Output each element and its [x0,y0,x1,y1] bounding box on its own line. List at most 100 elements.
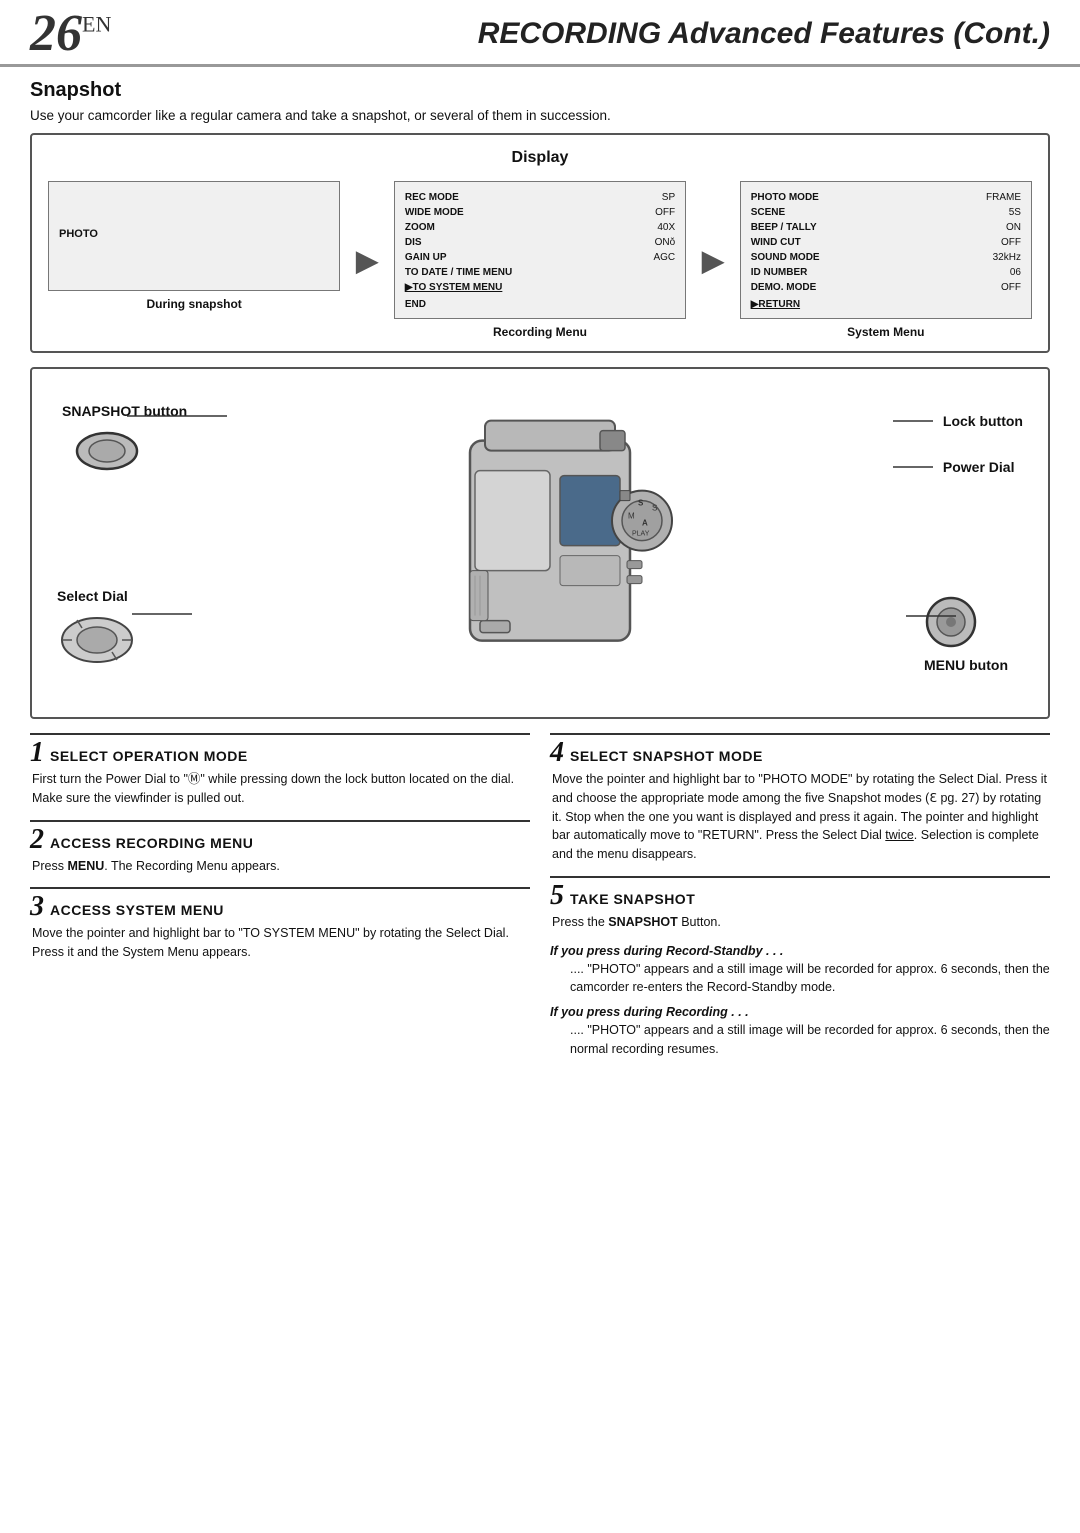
step-5-title: TAKE SNAPSHOT [570,891,695,907]
menu-key: SCENE [751,205,785,220]
select-dial-label: Select Dial [57,588,137,604]
arrow-1: ▶ [356,244,378,277]
photo-label: PHOTO [59,228,98,240]
step-4: 4 SELECT SNAPSHOT MODE Move the pointer … [550,733,1050,864]
panel-box-system: PHOTO MODE FRAME SCENE 5S BEEP / TALLY O… [740,181,1032,319]
note-2-body: .... "PHOTO" appears and a still image w… [550,1021,1050,1059]
power-dial-label: Power Dial [943,459,1015,475]
note-2: If you press during Recording . . . ....… [550,1005,1050,1059]
step-3-title: ACCESS SYSTEM MENU [50,902,224,918]
note-1: If you press during Record-Standby . . .… [550,944,1050,998]
steps-right: 4 SELECT SNAPSHOT MODE Move the pointer … [550,733,1050,1067]
step-2-body: Press MENU. The Recording Menu appears. [30,857,530,876]
menu-val: 32kHz [993,250,1021,265]
menu-key: REC MODE [405,190,459,205]
note-2-title: If you press during Recording . . . [550,1005,1050,1019]
select-dial-area: Select Dial [57,588,137,673]
lock-power-label-area: Lock button Power Dial [893,413,1023,475]
menu-key: ID NUMBER [751,265,808,280]
note-1-body: .... "PHOTO" appears and a still image w… [550,960,1050,998]
connector-menu [906,615,956,617]
menu-key-highlight: ▶TO SYSTEM MENU [405,280,503,295]
menu-row: REC MODE SP [405,190,675,205]
menu-row: ZOOM 40X [405,220,675,235]
panel-recording-menu: REC MODE SP WIDE MODE OFF ZOOM 40X DIS [394,181,686,339]
menu-key: ZOOM [405,220,435,235]
menu-button-icon [924,595,979,650]
menu-val: AGC [653,250,675,265]
menu-button-label: MENU buton [924,657,1008,673]
svg-text:S: S [638,499,644,508]
svg-text:PLAY: PLAY [632,531,650,538]
menu-val: 5S [1009,205,1021,220]
intro-text: Use your camcorder like a regular camera… [30,108,1050,123]
menu-val: FRAME [986,190,1021,205]
panel-caption-2: System Menu [847,325,924,339]
step-3-number: 3 [30,893,44,921]
step-1-title: SELECT OPERATION MODE [50,748,248,764]
step-2-number: 2 [30,826,44,854]
step-1-body: First turn the Power Dial to "Ⓜ" while p… [30,770,530,808]
display-box: Display PHOTO During snapshot ▶ REC MODE… [30,133,1050,353]
menu-row: SCENE 5S [751,205,1021,220]
panel-system-menu: PHOTO MODE FRAME SCENE 5S BEEP / TALLY O… [740,181,1032,339]
power-dial-row: Power Dial [893,459,1023,475]
system-menu-table: PHOTO MODE FRAME SCENE 5S BEEP / TALLY O… [751,190,1021,295]
menu-button-area: MENU buton [924,595,1008,673]
camera-diagram: SNAPSHOT button Select Dial [42,383,1038,703]
select-dial-icon [57,610,137,670]
header-title: RECORDING Advanced Features (Cont.) [478,17,1050,51]
connector-power [893,466,933,468]
menu-key: DEMO. MODE [751,280,817,295]
panel-caption-0: During snapshot [146,297,241,311]
page-header: 26EN RECORDING Advanced Features (Cont.) [0,0,1080,67]
panel-during-snapshot: PHOTO During snapshot [48,181,340,311]
display-panels: PHOTO During snapshot ▶ REC MODE SP WIDE… [48,181,1032,339]
step-1: 1 SELECT OPERATION MODE First turn the P… [30,733,530,808]
return-label: ▶RETURN [751,299,1021,310]
snapshot-label-area: SNAPSHOT button [62,403,187,477]
menu-row: WIND CUT OFF [751,235,1021,250]
step-4-body: Move the pointer and highlight bar to "P… [550,770,1050,864]
display-title: Display [48,149,1032,167]
step-3: 3 ACCESS SYSTEM MENU Move the pointer an… [30,887,530,962]
step-2-title: ACCESS RECORDING MENU [50,835,253,851]
step-3-header: 3 ACCESS SYSTEM MENU [30,893,530,921]
step-3-body: Move the pointer and highlight bar to "T… [30,924,530,962]
camera-svg: S S M A PLAY [370,391,710,681]
connector-snapshot [127,415,247,417]
menu-val: ONǒ [655,235,676,250]
step-2: 2 ACCESS RECORDING MENU Press MENU. The … [30,820,530,876]
menu-row: DIS ONǒ [405,235,675,250]
connector-lock [893,420,933,422]
menu-row: SOUND MODE 32kHz [751,250,1021,265]
step-4-title: SELECT SNAPSHOT MODE [570,748,763,764]
step-4-header: 4 SELECT SNAPSHOT MODE [550,739,1050,767]
svg-text:M: M [628,512,635,521]
menu-key: DIS [405,235,422,250]
page-content: Snapshot Use your camcorder like a regul… [0,67,1080,1087]
menu-val: 40X [657,220,675,235]
menu-key: GAIN UP [405,250,447,265]
lock-button-row: Lock button [893,413,1023,429]
menu-val: 06 [1010,265,1021,280]
menu-key: WIND CUT [751,235,801,250]
menu-row: TO DATE / TIME MENU [405,265,675,280]
step-4-number: 4 [550,739,564,767]
menu-key: PHOTO MODE [751,190,819,205]
step-1-number: 1 [30,739,44,767]
panel-box-photo: PHOTO [48,181,340,291]
menu-key: TO DATE / TIME MENU [405,265,512,280]
svg-text:A: A [642,519,648,528]
snapshot-button-icon [72,429,187,477]
menu-row: BEEP / TALLY ON [751,220,1021,235]
steps-container: 1 SELECT OPERATION MODE First turn the P… [30,733,1050,1067]
menu-row: PHOTO MODE FRAME [751,190,1021,205]
steps-left: 1 SELECT OPERATION MODE First turn the P… [30,733,530,1067]
menu-row: ▶TO SYSTEM MENU [405,280,675,295]
step-5: 5 TAKE SNAPSHOT Press the SNAPSHOT Butto… [550,876,1050,932]
step-5-body: Press the SNAPSHOT Button. [550,913,1050,932]
step-1-header: 1 SELECT OPERATION MODE [30,739,530,767]
menu-key: WIDE MODE [405,205,464,220]
section-title: Snapshot [30,79,1050,102]
